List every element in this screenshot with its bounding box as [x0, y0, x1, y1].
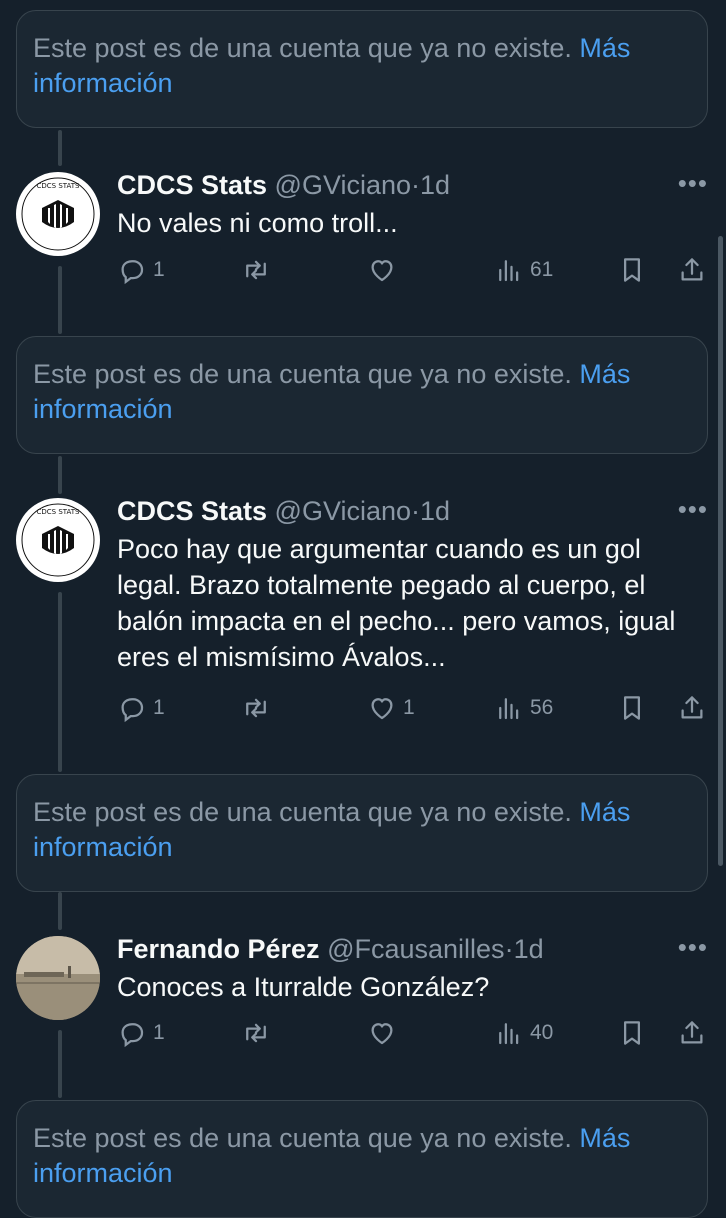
post-header: Fernando Pérez @Fcausanilles·1d: [117, 932, 708, 966]
post-actions: 1 61: [117, 255, 708, 295]
avatar[interactable]: CDCS STATS: [16, 172, 100, 256]
bookmark-button[interactable]: [617, 693, 647, 723]
post-text: Poco hay que argumentar cuando es un gol…: [117, 534, 676, 672]
more-horizontal-icon[interactable]: •••: [678, 932, 708, 963]
reply-icon: [121, 260, 144, 285]
reply-count: 1: [153, 696, 165, 719]
reply-count: 1: [153, 258, 165, 281]
share-icon: [681, 258, 703, 281]
repost-button[interactable]: [241, 255, 271, 285]
repost-icon: [246, 1023, 266, 1043]
reply-button[interactable]: 1: [117, 1018, 165, 1048]
post-time[interactable]: 1d: [420, 496, 450, 526]
post-time[interactable]: 1d: [420, 170, 450, 200]
separator-dot: ·: [411, 170, 421, 200]
author-name[interactable]: CDCS Stats: [117, 170, 267, 200]
repost-button[interactable]: [241, 1018, 271, 1048]
author-name[interactable]: CDCS Stats: [117, 496, 267, 526]
author-handle[interactable]: @GViciano: [275, 496, 411, 526]
like-count: 1: [403, 696, 415, 719]
deleted-notice-text: Este post es de una cuenta que ya no exi…: [33, 797, 572, 827]
repost-icon: [246, 260, 266, 280]
views-button[interactable]: 61: [494, 255, 553, 285]
scrollbar[interactable]: [718, 236, 723, 866]
like-button[interactable]: [367, 1018, 403, 1048]
like-button[interactable]: [367, 255, 403, 285]
avatar[interactable]: [16, 936, 100, 1020]
views-icon: [499, 1023, 519, 1045]
share-button[interactable]: [677, 255, 707, 285]
share-button[interactable]: [677, 693, 707, 723]
deleted-notice-text: Este post es de una cuenta que ya no exi…: [33, 359, 572, 389]
repost-button[interactable]: [241, 693, 271, 723]
photo-avatar-icon: [16, 936, 100, 1020]
views-button[interactable]: 40: [494, 1018, 553, 1048]
separator-dot: ·: [411, 496, 421, 526]
bookmark-icon: [624, 1021, 640, 1045]
author-handle[interactable]: @Fcausanilles: [327, 934, 504, 964]
reply-icon: [121, 1023, 144, 1048]
bookmark-icon: [624, 696, 640, 720]
deleted-notice-text: Este post es de una cuenta que ya no exi…: [33, 33, 572, 63]
reply-count: 1: [153, 1021, 165, 1044]
deleted-post-notice: Este post es de una cuenta que ya no exi…: [16, 774, 708, 892]
cdcs-logo-icon: CDCS STATS: [18, 500, 98, 580]
reply-icon: [121, 698, 144, 723]
thread-line: [58, 130, 62, 166]
post[interactable]: CDCS Stats @GViciano·1d ••• Poco hay que…: [117, 494, 708, 675]
reply-button[interactable]: 1: [117, 693, 165, 723]
post-actions: 1 40: [117, 1018, 708, 1058]
views-icon: [499, 698, 519, 720]
cdcs-logo-icon: CDCS STATS: [18, 174, 98, 254]
post-actions: 1 1 56: [117, 693, 708, 733]
thread-line: [58, 1030, 62, 1098]
more-horizontal-icon[interactable]: •••: [678, 494, 708, 525]
post-text: No vales ni como troll...: [117, 208, 398, 238]
views-icon: [499, 260, 519, 282]
author-name[interactable]: Fernando Pérez: [117, 934, 320, 964]
heart-icon: [371, 260, 393, 282]
deleted-post-notice: Este post es de una cuenta que ya no exi…: [16, 336, 708, 454]
heart-icon: [371, 698, 393, 720]
reply-button[interactable]: 1: [117, 255, 165, 285]
views-count: 56: [530, 696, 554, 719]
deleted-post-notice: Este post es de una cuenta que ya no exi…: [16, 1100, 708, 1218]
deleted-post-notice: Este post es de una cuenta que ya no exi…: [16, 10, 708, 128]
thread-line: [58, 266, 62, 334]
views-count: 40: [530, 1021, 554, 1044]
post-header: CDCS Stats @GViciano·1d: [117, 168, 708, 202]
repost-icon: [246, 698, 266, 718]
thread-line: [58, 592, 62, 772]
views-count: 61: [530, 258, 554, 281]
svg-text:CDCS STATS: CDCS STATS: [37, 182, 81, 190]
bookmark-icon: [624, 258, 640, 282]
share-button[interactable]: [677, 1018, 707, 1048]
heart-icon: [371, 1023, 393, 1045]
post[interactable]: CDCS Stats @GViciano·1d ••• No vales ni …: [117, 168, 708, 241]
thread-line: [58, 456, 62, 494]
separator-dot: ·: [504, 934, 514, 964]
post[interactable]: Fernando Pérez @Fcausanilles·1d ••• Cono…: [117, 932, 708, 1005]
author-handle[interactable]: @GViciano: [275, 170, 411, 200]
more-horizontal-icon[interactable]: •••: [678, 168, 708, 199]
share-icon: [681, 696, 703, 719]
thread-line: [58, 892, 62, 930]
post-text: Conoces a Iturralde González?: [117, 972, 490, 1002]
post-time[interactable]: 1d: [514, 934, 544, 964]
bookmark-button[interactable]: [617, 1018, 647, 1048]
like-button[interactable]: 1: [367, 693, 415, 723]
post-header: CDCS Stats @GViciano·1d: [117, 494, 708, 528]
svg-text:CDCS STATS: CDCS STATS: [37, 508, 81, 516]
views-button[interactable]: 56: [494, 693, 553, 723]
share-icon: [681, 1021, 703, 1044]
deleted-notice-text: Este post es de una cuenta que ya no exi…: [33, 1123, 572, 1153]
avatar[interactable]: CDCS STATS: [16, 498, 100, 582]
bookmark-button[interactable]: [617, 255, 647, 285]
